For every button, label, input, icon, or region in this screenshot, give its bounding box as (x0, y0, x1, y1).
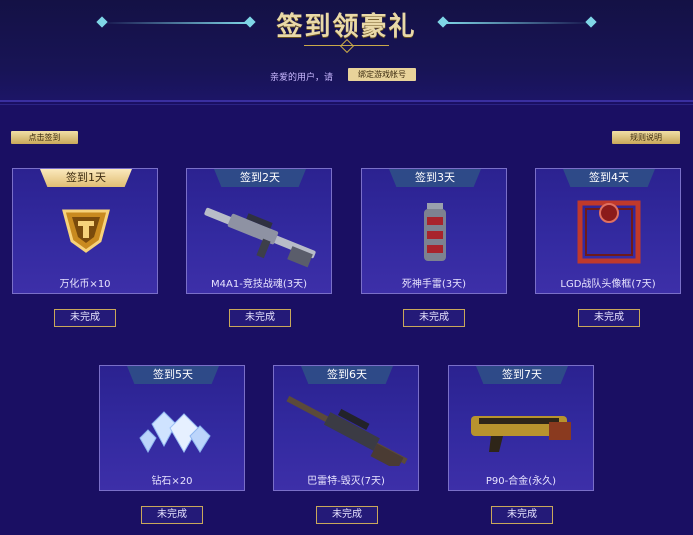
header-divider-thin (0, 104, 693, 105)
day-tag: 签到6天 (301, 366, 393, 384)
day-tag: 签到4天 (563, 169, 655, 187)
header-divider (0, 100, 693, 102)
reward-name: 钻石×20 (151, 476, 193, 487)
status-button-day1[interactable]: 未完成 (54, 309, 116, 327)
reward-name: 死神手雷(3天) (401, 279, 467, 290)
smg-icon (449, 394, 593, 466)
day-tag: 签到5天 (127, 366, 219, 384)
grenade-icon (362, 197, 506, 269)
sniper-rifle-icon (274, 394, 418, 471)
rifle-icon (187, 197, 331, 269)
reward-name: M4A1-竞技战魂(3天) (211, 279, 307, 290)
reward-name: LGD战队头像框(7天) (560, 279, 656, 290)
reward-name: 万化币×10 (59, 279, 111, 290)
reward-name: P90-合金(永久) (485, 476, 557, 487)
checkin-button[interactable]: 点击签到 (11, 131, 78, 144)
status-button-day3[interactable]: 未完成 (403, 309, 465, 327)
status-button-day4[interactable]: 未完成 (578, 309, 640, 327)
gold-coin-icon (13, 197, 157, 269)
avatar-frame-icon (536, 197, 680, 269)
rules-button[interactable]: 规则说明 (612, 131, 680, 144)
reward-card-day3: 签到3天 死神手雷(3天) (361, 168, 507, 294)
reward-card-day6: 签到6天 巴雷特-毁灭(7天) (273, 365, 419, 491)
reward-card-day2: 签到2天 M4A1-竞技战魂(3天) (186, 168, 332, 294)
day-tag: 签到2天 (214, 169, 306, 187)
reward-card-day5: 签到5天 钻石×20 (99, 365, 245, 491)
reward-card-day4: 签到4天 LGD战队头像框(7天) (535, 168, 681, 294)
day-tag: 签到3天 (389, 169, 481, 187)
status-button-day6[interactable]: 未完成 (316, 506, 378, 524)
reward-card-day1: 签到1天 万化币×10 (12, 168, 158, 294)
status-button-day5[interactable]: 未完成 (141, 506, 203, 524)
status-button-day7[interactable]: 未完成 (491, 506, 553, 524)
bind-account-button[interactable]: 绑定游戏帐号 (348, 68, 416, 81)
status-button-day2[interactable]: 未完成 (229, 309, 291, 327)
greeting-text: 亲爱的用户，请 (270, 73, 334, 83)
day-tag: 签到1天 (40, 169, 132, 187)
reward-card-day7: 签到7天 P90-合金(永久) (448, 365, 594, 491)
day-tag: 签到7天 (476, 366, 568, 384)
diamond-icon (100, 394, 244, 466)
reward-name: 巴雷特-毁灭(7天) (307, 476, 385, 487)
